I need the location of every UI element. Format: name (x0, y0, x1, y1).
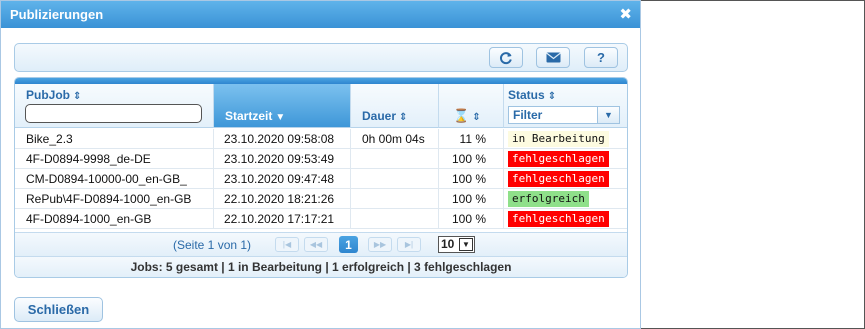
next-page-icon: ▶▶ (373, 240, 387, 249)
status-badge: erfolgreich (508, 191, 589, 207)
cell-startzeit: 22.10.2020 17:17:21 (214, 209, 351, 229)
table-row[interactable]: Bike_2.3 23.10.2020 09:58:08 0h 00m 04s 11 … (15, 129, 627, 149)
column-header-progress[interactable]: ⌛ ⇕ (439, 84, 504, 128)
cell-progress: 100 % (439, 189, 504, 209)
refresh-button[interactable] (489, 47, 523, 68)
table-row[interactable]: 4F-D0894-1000_en-GB 22.10.2020 17:17:21 10… (15, 209, 627, 229)
sort-icon: ⇕ (547, 91, 557, 102)
cell-progress: 11 % (439, 129, 504, 149)
column-status-label: Status (508, 88, 545, 102)
cell-dauer (351, 189, 439, 209)
table-row[interactable]: RePub\4F-D0894-1000_en-GB 22.10.2020 18:2… (15, 189, 627, 209)
cell-dauer (351, 209, 439, 229)
first-page-button[interactable]: |◀ (275, 237, 299, 252)
cell-startzeit: 23.10.2020 09:53:49 (214, 149, 351, 169)
column-dauer-label: Dauer (362, 109, 397, 123)
last-page-button[interactable]: ▶| (397, 237, 421, 252)
sort-down-icon: ▼ (275, 112, 286, 123)
jobs-summary: Jobs: 5 gesamt | 1 in Bearbeitung | 1 er… (15, 256, 627, 277)
publications-grid: PubJob ⇕ Startzeit ▼ Dauer ⇕ ⌛ ⇕ Status ⇕ Fil… (14, 77, 628, 278)
dialog-title: Publizierungen (10, 7, 104, 22)
prev-page-button[interactable]: ◀◀ (304, 237, 328, 252)
first-page-icon: |◀ (282, 240, 292, 249)
cell-status: in Bearbeitung (504, 129, 627, 149)
sort-icon: ⇕ (472, 112, 481, 123)
help-icon: ? (597, 50, 605, 65)
cell-progress: 100 % (439, 169, 504, 189)
cell-startzeit: 23.10.2020 09:58:08 (214, 129, 351, 149)
refresh-icon (500, 51, 512, 64)
close-button[interactable]: Schließen (14, 297, 103, 322)
cell-pubjob: Bike_2.3 (15, 129, 214, 149)
cell-dauer (351, 169, 439, 189)
page-size-select[interactable]: 10 ▼ (438, 236, 475, 253)
cell-status: fehlgeschlagen (504, 209, 627, 229)
pubjob-filter-input[interactable] (25, 104, 202, 123)
background-panel (641, 0, 865, 329)
cell-progress: 100 % (439, 149, 504, 169)
pager: (Seite 1 von 1) |◀ ◀◀ 1 ▶▶ ▶| 10 ▼ (15, 232, 627, 256)
cell-dauer (351, 149, 439, 169)
cell-startzeit: 23.10.2020 09:47:48 (214, 169, 351, 189)
mail-icon (545, 52, 561, 63)
chevron-down-icon[interactable]: ▼ (459, 238, 473, 251)
mail-button[interactable] (536, 47, 570, 68)
cell-progress: 100 % (439, 209, 504, 229)
table-row[interactable]: CM-D0894-10000-00_en-GB_ 23.10.2020 09:47… (15, 169, 627, 189)
cell-dauer: 0h 00m 04s (351, 129, 439, 149)
publications-dialog: Publizierungen ✖ ? PubJob ⇕ Startzeit ▼ … (0, 0, 641, 329)
toolbar: ? (14, 43, 628, 72)
page-size-value: 10 (441, 237, 455, 251)
current-page-button[interactable]: 1 (339, 236, 358, 253)
status-filter-value: Filter (513, 108, 543, 122)
column-header-dauer[interactable]: Dauer ⇕ (351, 84, 439, 128)
cell-status: fehlgeschlagen (504, 169, 627, 189)
cell-status: erfolgreich (504, 189, 627, 209)
prev-page-icon: ◀◀ (309, 240, 323, 249)
column-pubjob-label: PubJob (26, 88, 70, 102)
next-page-button[interactable]: ▶▶ (368, 237, 392, 252)
cell-pubjob: CM-D0894-10000-00_en-GB_ (15, 169, 214, 189)
status-badge: fehlgeschlagen (508, 211, 609, 227)
close-icon[interactable]: ✖ (619, 5, 632, 23)
dialog-titlebar: Publizierungen ✖ (1, 1, 640, 28)
cell-pubjob: 4F-D0894-9998_de-DE (15, 149, 214, 169)
cell-pubjob: 4F-D0894-1000_en-GB (15, 209, 214, 229)
sort-icon: ⇕ (73, 91, 82, 102)
status-badge: in Bearbeitung (508, 131, 609, 147)
status-filter-select[interactable]: Filter ▼ (508, 106, 620, 124)
status-badge: fehlgeschlagen (508, 171, 609, 187)
column-header-status[interactable]: Status ⇕ Filter ▼ (504, 84, 627, 128)
chevron-down-icon[interactable]: ▼ (597, 107, 619, 123)
table-row[interactable]: 4F-D0894-9998_de-DE 23.10.2020 09:53:49 10… (15, 149, 627, 169)
column-header-startzeit[interactable]: Startzeit ▼ (214, 84, 351, 128)
hourglass-icon: ⌛ (453, 108, 470, 123)
column-startzeit-label: Startzeit (225, 109, 273, 123)
page-info: (Seite 1 von 1) (173, 238, 252, 252)
column-header-pubjob[interactable]: PubJob ⇕ (15, 84, 214, 128)
sort-icon: ⇕ (399, 112, 408, 123)
cell-pubjob: RePub\4F-D0894-1000_en-GB (15, 189, 214, 209)
status-badge: fehlgeschlagen (508, 151, 609, 167)
cell-startzeit: 22.10.2020 18:21:26 (214, 189, 351, 209)
last-page-icon: ▶| (404, 240, 414, 249)
cell-status: fehlgeschlagen (504, 149, 627, 169)
help-button[interactable]: ? (584, 47, 618, 68)
